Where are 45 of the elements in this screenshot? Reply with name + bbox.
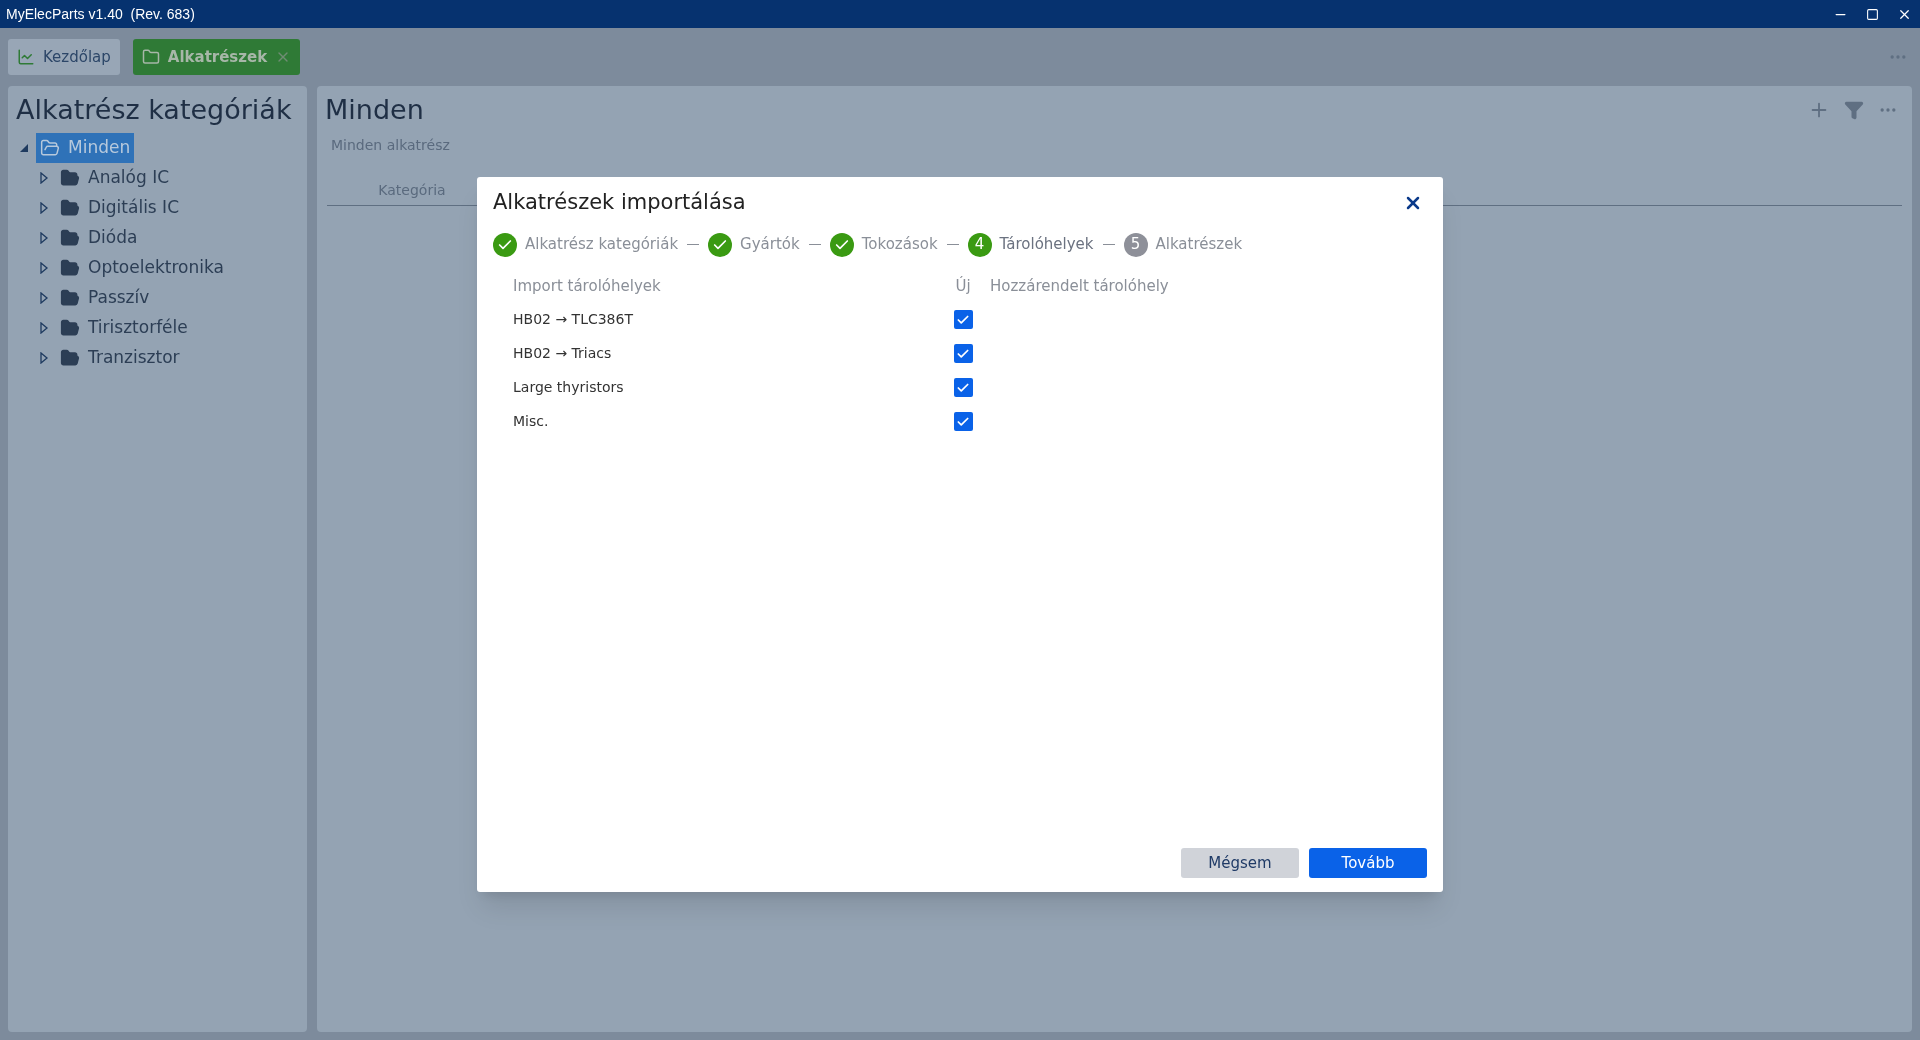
step-label: Alkatrész kategóriák: [525, 234, 679, 256]
tree-item[interactable]: Tranzisztor: [56, 342, 184, 373]
panel-title: Minden: [325, 93, 425, 127]
step-number: 4: [967, 232, 992, 257]
tree-item[interactable]: Passzív: [56, 282, 154, 313]
tab[interactable]: Alkatrészek: [132, 39, 301, 75]
step-label: Tárolóhelyek: [999, 234, 1094, 256]
panel-subtitle: Minden alkatrész: [330, 135, 451, 155]
tree-item[interactable]: Dióda: [56, 222, 142, 253]
checkbox[interactable]: [953, 412, 973, 431]
checkbox[interactable]: [953, 378, 973, 397]
checkbox[interactable]: [953, 310, 973, 329]
window-title: MyElecParts v1.40 (Rev. 683): [6, 4, 196, 24]
tree-item[interactable]: Analóg IC: [56, 162, 174, 193]
checkbox[interactable]: [953, 344, 973, 363]
step-label: Gyártók: [740, 234, 800, 256]
column-header: Hozzárendelt tárolóhely: [990, 276, 1169, 298]
column-header: Új: [954, 275, 972, 298]
dialog-title: Alkatrészek importálása: [493, 189, 747, 216]
step-label: Alkatrészek: [1155, 234, 1243, 256]
cancel-button[interactable]: Mégsem: [1181, 848, 1299, 878]
folder-icon: [60, 347, 80, 368]
folder-icon: [60, 197, 80, 218]
location-name: HB02 → TLC386T: [513, 310, 634, 329]
location-name: Misc.: [513, 412, 550, 431]
step-number: 5: [1123, 232, 1148, 257]
folder-icon: [60, 257, 80, 278]
next-button[interactable]: Tovább: [1309, 848, 1427, 878]
tab[interactable]: Kezdőlap: [8, 39, 120, 75]
chart-icon: [17, 48, 35, 66]
tree-item[interactable]: Tirisztorféle: [56, 312, 192, 343]
folder-icon: [60, 167, 80, 188]
location-name: HB02 → Triacs: [513, 344, 613, 363]
folder-icon: [60, 287, 80, 308]
panel-title: Alkatrész kategóriák: [16, 93, 293, 127]
step-label: Tokozások: [861, 234, 938, 256]
tree-item[interactable]: Minden: [36, 132, 135, 163]
folder-icon: [40, 137, 60, 158]
tree-item[interactable]: Optoelektronika: [56, 252, 228, 283]
folder-icon: [60, 317, 80, 338]
maximize-icon[interactable]: [1866, 7, 1879, 21]
tree-item[interactable]: Digitális IC: [56, 192, 183, 223]
location-name: Large thyristors: [513, 378, 625, 397]
column-header: Import tárolóhelyek: [513, 276, 662, 298]
folder-icon: [60, 227, 80, 248]
